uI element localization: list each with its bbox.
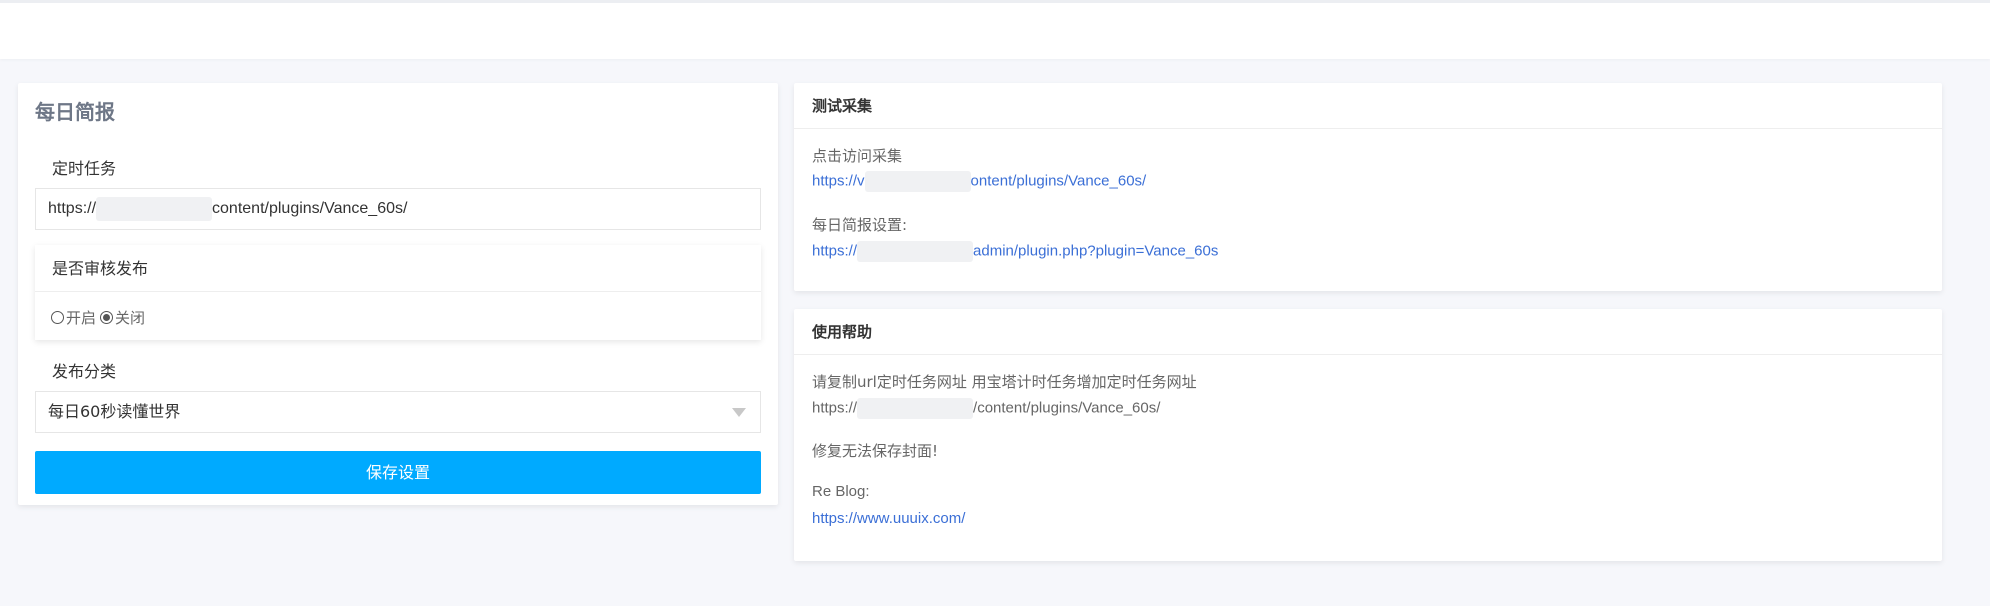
visit-collect-label: 点击访问采集 [812,147,903,165]
redacted-block [857,241,974,262]
cron-url-suffix: content/plugins/Vance_60s/ [212,200,408,217]
fix-note: 修复无法保存封面! [812,442,939,460]
review-publish-panel: 是否审核发布 开启 关闭 [35,245,761,340]
category-label: 发布分类 [52,362,117,381]
radio-on[interactable] [51,311,64,324]
help-url-suffix: /content/plugins/Vance_60s/ [973,399,1161,417]
blog-link[interactable]: https://www.uuuix.com/ [812,510,965,527]
top-bar [0,0,1990,59]
category-select[interactable]: 每日60秒读懂世界 [35,391,761,433]
settings-label: 每日简报设置: [812,216,908,234]
redacted-block [864,171,971,192]
usage-help-card: 使用帮助 请复制url定时任务网址 用宝塔计时任务增加定时任务网址 https:… [794,309,1942,561]
cron-url-prefix: https:// [48,200,97,217]
save-settings-button[interactable]: 保存设置 [35,451,761,494]
help-cron-url: https:// /content/plugins/Vance_60s/ [812,398,1160,419]
radio-off[interactable] [100,311,114,324]
test-collect-card: 测试采集 点击访问采集 https://v ontent/plugins/Vanc… [794,83,1942,291]
help-instruction: 请复制url定时任务网址 用宝塔计时任务增加定时任务网址 [812,373,1197,391]
review-radio-group: 开启 关闭 [51,307,145,328]
settings-link[interactable]: https:// admin/plugin.php?plugin=Vance_60… [812,241,1218,262]
chevron-down-icon [732,408,746,417]
visit-collect-link[interactable]: https://v ontent/plugins/Vance_60s/ [812,171,1146,192]
redacted-block [857,398,974,419]
settings-link-prefix: https:// [812,242,858,260]
radio-on-label[interactable]: 开启 [66,307,96,328]
card-title: 使用帮助 [794,309,1942,355]
daily-brief-settings-card: 每日简报 定时任务 https:// content/plugins/Vance_… [18,83,778,505]
card-title: 测试采集 [794,83,1942,129]
cron-task-label: 定时任务 [52,159,117,178]
category-selected-value: 每日60秒读懂世界 [48,402,181,421]
blog-label: Re Blog: [812,483,870,500]
redacted-block [96,196,213,221]
cron-url-input[interactable]: https:// content/plugins/Vance_60s/ [35,188,761,230]
card-title: 每日简报 [35,100,115,124]
settings-link-suffix: admin/plugin.php?plugin=Vance_60s [973,242,1219,260]
help-url-prefix: https:// [812,399,858,417]
visit-link-prefix: https://v [812,172,865,190]
radio-off-label[interactable]: 关闭 [115,307,145,328]
visit-link-suffix: ontent/plugins/Vance_60s/ [970,172,1147,190]
review-publish-label: 是否审核发布 [35,245,761,292]
